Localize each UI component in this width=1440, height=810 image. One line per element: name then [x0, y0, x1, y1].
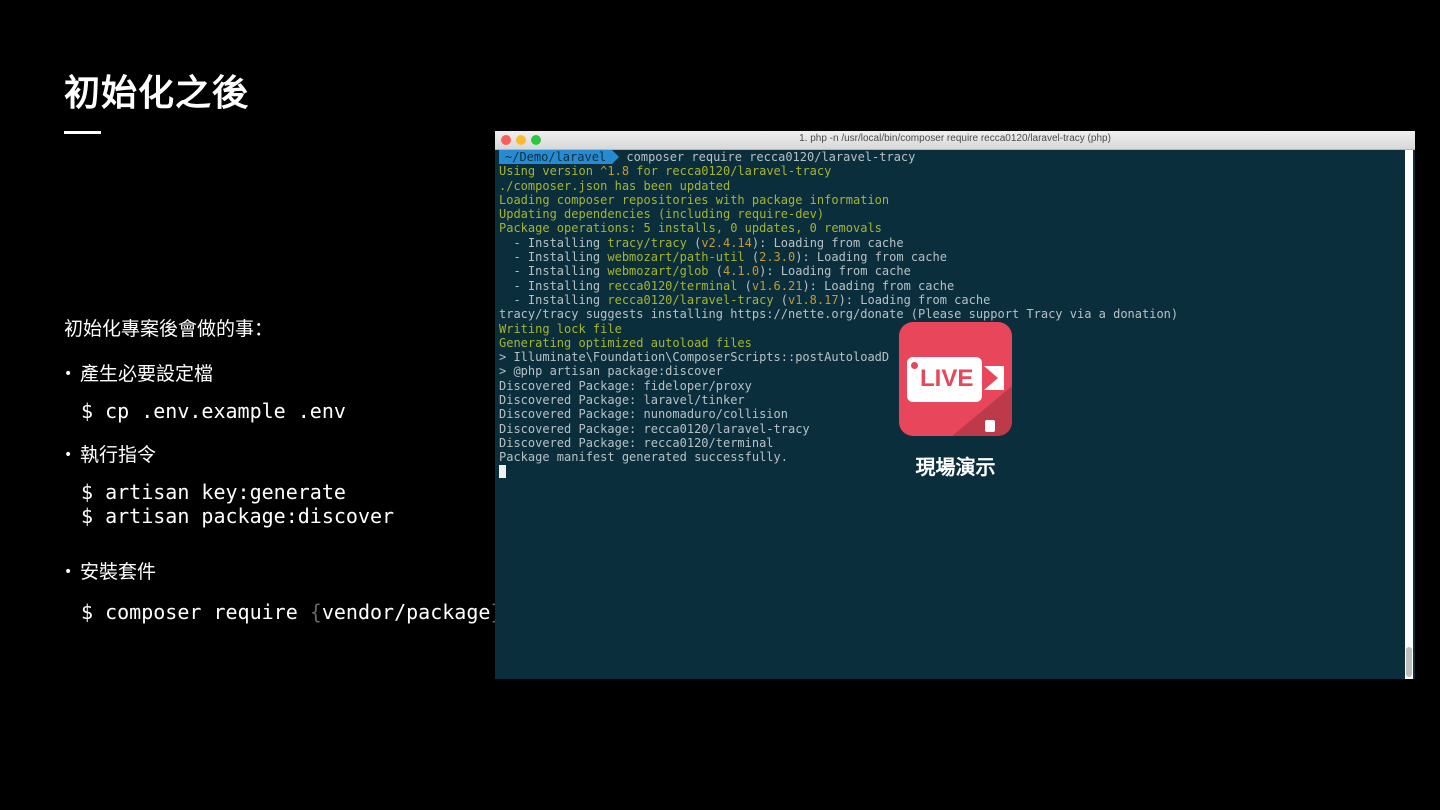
terminal-text: (: [708, 264, 723, 279]
terminal-text: (: [737, 278, 752, 293]
command-arg: vendor/package: [321, 600, 491, 624]
terminal-text: Discovered Package: laravel/tinker: [499, 393, 745, 408]
terminal-titlebar[interactable]: 1. php -n /usr/local/bin/composer requir…: [495, 131, 1415, 150]
brace-open: {: [309, 600, 322, 624]
terminal-text: tracy/tracy: [607, 235, 687, 250]
command-package-discover: $ artisan package:discover: [81, 504, 395, 528]
terminal-text: Package manifest generated successfully.: [499, 450, 788, 465]
terminal-line: Using version ^1.8 for recca0120/laravel…: [499, 164, 1404, 178]
terminal-line: Loading composer repositories with packa…: [499, 193, 1404, 207]
terminal-text: recca0120/terminal: [607, 278, 738, 293]
terminal-line: - Installing recca0120/terminal (v1.6.21…: [499, 279, 1404, 293]
terminal-text: Loading composer repositories with packa…: [499, 192, 890, 207]
terminal-text: for recca0120/laravel-tracy: [629, 164, 832, 179]
window-title: 1. php -n /usr/local/bin/composer requir…: [799, 133, 1111, 144]
terminal-text: - Installing: [499, 264, 608, 279]
terminal-prompt-line: ~/Demo/laravel composer require recca012…: [499, 150, 1404, 164]
terminal-text: ): Loading from cache: [795, 250, 947, 265]
terminal-scrollbar[interactable]: [1405, 150, 1413, 679]
command-prefix: $ composer require: [81, 600, 310, 624]
terminal-text: ./composer.json has been updated: [499, 178, 731, 193]
terminal-text: - Installing: [499, 235, 608, 250]
terminal-text: Updating dependencies (including require…: [499, 207, 825, 222]
live-demo-caption: 現場演示: [915, 455, 996, 479]
terminal-text: Discovered Package: nunomaduro/collision: [499, 407, 788, 422]
terminal-text: ): Loading from cache: [751, 235, 904, 250]
command-cp-env: $ cp .env.example .env: [81, 399, 346, 423]
terminal-text: - Installing: [499, 250, 608, 265]
terminal-text: ): Loading from cache: [802, 278, 955, 293]
terminal-text: - Installing: [499, 292, 608, 307]
camera-lens-icon: [984, 366, 1004, 390]
bullet-marker: •: [64, 366, 73, 382]
terminal-text: tracy/tracy suggests installing https://…: [499, 307, 1179, 322]
terminal-text: v1.8.17: [788, 292, 839, 307]
intro-text: 初始化專案後會做的事：: [64, 318, 274, 340]
terminal-text: v1.6.21: [751, 278, 803, 293]
terminal-text: (: [744, 250, 760, 265]
bullet-config-files: • 產生必要設定檔: [64, 359, 213, 386]
terminal-text: Package operations: 5 installs, 0 update…: [499, 221, 882, 236]
record-dot-icon: [911, 362, 918, 369]
terminal-text: Using version: [499, 164, 601, 179]
terminal-text: Discovered Package: recca0120/laravel-tr…: [499, 421, 810, 436]
bullet-marker: •: [64, 447, 73, 463]
terminal-text: 2.3.0: [759, 250, 796, 265]
terminal-text: ^1.8: [600, 164, 630, 179]
command-composer-require: $ composer require {vendor/package}: [81, 600, 502, 624]
terminal-line: ./composer.json has been updated: [499, 179, 1404, 193]
terminal-cursor: [499, 464, 506, 478]
terminal-line: - Installing webmozart/glob (4.1.0): Loa…: [499, 264, 1404, 278]
live-label: LIVE: [920, 365, 974, 392]
prompt-command: composer require recca0120/laravel-tracy: [626, 150, 916, 164]
terminal-line: Updating dependencies (including require…: [499, 207, 1404, 221]
terminal-line: Discovered Package: recca0120/terminal: [499, 436, 1404, 450]
terminal-text: (: [686, 235, 702, 250]
command-key-generate: $ artisan key:generate: [81, 480, 346, 504]
terminal-text: webmozart/path-util: [607, 250, 745, 265]
slide-title: 初始化之後: [64, 73, 250, 114]
camera-stand-icon: [985, 420, 995, 432]
terminal-text: ): Loading from cache: [838, 292, 991, 307]
bullet-label: 產生必要設定檔: [80, 363, 214, 385]
terminal-text: - Installing: [499, 278, 608, 293]
terminal-line: - Installing webmozart/path-util (2.3.0)…: [499, 250, 1404, 264]
terminal-text: Generating optimized autoload files: [499, 335, 752, 350]
terminal-text: 4.1.0: [722, 264, 760, 279]
bullet-label: 安裝套件: [80, 561, 157, 583]
title-underline: [64, 131, 101, 134]
bullet-marker: •: [64, 564, 73, 580]
live-camera-icon: LIVE: [899, 322, 1012, 436]
terminal-text: ): Loading from cache: [759, 264, 911, 279]
terminal-line: tracy/tracy suggests installing https://…: [499, 307, 1404, 321]
terminal-text: webmozart/glob: [607, 264, 709, 279]
prompt-path: ~/Demo/laravel: [499, 150, 613, 164]
bullet-install-packages: • 安裝套件: [64, 557, 156, 584]
terminal-text: Writing lock file: [499, 321, 622, 336]
terminal-line: Package operations: 5 installs, 0 update…: [499, 221, 1404, 235]
bullet-run-commands: • 執行指令: [64, 440, 156, 467]
terminal-line: - Installing tracy/tracy (v2.4.14): Load…: [499, 236, 1404, 250]
terminal-text: recca0120/laravel-tracy: [607, 292, 774, 307]
terminal-text: > @php artisan package:discover: [499, 364, 723, 379]
terminal-text: (: [773, 292, 788, 307]
terminal-text: Discovered Package: recca0120/terminal: [499, 435, 774, 450]
terminal-text: > Illuminate\Foundation\ComposerScripts:…: [499, 350, 890, 365]
bullet-label: 執行指令: [80, 444, 157, 466]
scrollbar-thumb[interactable]: [1406, 647, 1412, 677]
terminal-line: - Installing recca0120/laravel-tracy (v1…: [499, 293, 1404, 307]
terminal-text: Discovered Package: fideloper/proxy: [499, 378, 752, 393]
terminal-text: v2.4.14: [701, 235, 752, 250]
